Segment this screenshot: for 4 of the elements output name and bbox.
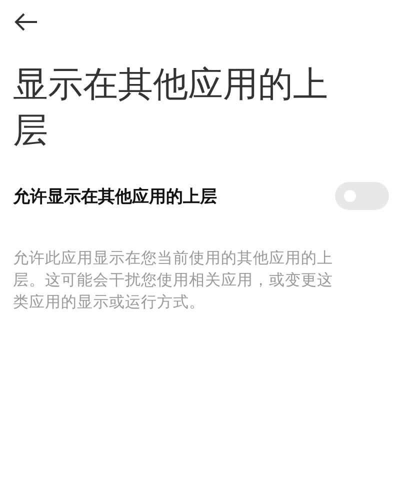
description: 允许此应用显示在您当前使用的其他应用的上层。这可能会干扰您使用相关应用，或变更这类应用的显示或运行方式。 [13,248,334,313]
setting-label: 允许显示在其他应用的上层 [13,186,217,208]
back-icon[interactable] [13,12,39,32]
page-title: 显示在其他应用的上层 [13,64,329,153]
